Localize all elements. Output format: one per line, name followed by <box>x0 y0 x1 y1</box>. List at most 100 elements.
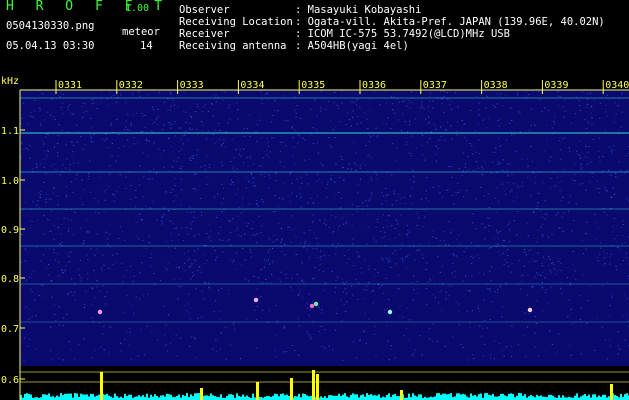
noise-dot <box>207 110 209 112</box>
noise-dot <box>216 140 218 142</box>
noise-dot <box>285 351 287 353</box>
power-spike <box>312 370 315 400</box>
noise-dot <box>105 231 107 233</box>
meteor-echo <box>313 301 319 307</box>
noise-dot <box>209 235 211 237</box>
noise-dot <box>84 144 86 146</box>
noise-dot <box>559 95 561 97</box>
noise-dot <box>250 256 253 258</box>
noise-dot <box>509 191 511 193</box>
noise-dot <box>626 170 628 172</box>
noise-dot <box>591 106 593 108</box>
noise-dot <box>43 143 45 145</box>
noise-dot <box>297 317 299 319</box>
noise-dot <box>337 226 340 228</box>
noise-dot <box>403 196 405 198</box>
noise-dot <box>455 255 457 257</box>
noise-dot <box>339 121 341 123</box>
noise-dot <box>300 117 302 119</box>
noise-dot <box>576 150 578 152</box>
noise-dot <box>468 291 471 293</box>
noise-dot <box>579 183 581 185</box>
noise-dot <box>224 91 226 93</box>
noise-dot <box>441 310 443 311</box>
noise-dot <box>256 204 258 205</box>
noise-dot <box>282 95 284 97</box>
power-bar <box>366 393 368 400</box>
noise-dot <box>486 127 488 129</box>
noise-dot <box>148 242 150 244</box>
noise-dot <box>591 123 593 125</box>
noise-dot <box>72 192 74 194</box>
noise-dot <box>539 99 541 101</box>
noise-dot <box>173 104 175 106</box>
power-bar <box>46 395 48 400</box>
noise-dot <box>214 259 217 261</box>
noise-dot <box>557 91 559 92</box>
power-bar <box>370 394 372 400</box>
noise-dot <box>435 237 438 239</box>
noise-dot <box>58 324 60 326</box>
power-bar <box>508 393 510 400</box>
noise-dot <box>57 155 59 157</box>
noise-dot <box>282 141 284 143</box>
noise-dot <box>478 109 480 110</box>
noise-dot <box>94 349 96 351</box>
noise-dot <box>406 225 408 226</box>
noise-dot <box>377 135 379 137</box>
noise-dot <box>299 289 301 291</box>
noise-dot <box>511 325 513 327</box>
noise-dot <box>361 272 363 274</box>
spectrogram-background <box>20 90 629 400</box>
noise-dot <box>262 309 264 311</box>
noise-dot <box>330 120 332 122</box>
info-label-location: Receiving Location <box>179 16 293 28</box>
noise-dot <box>387 214 390 216</box>
power-bar <box>162 395 164 400</box>
noise-dot <box>328 227 331 229</box>
noise-dot <box>342 359 344 361</box>
power-bar <box>42 394 44 400</box>
power-bar <box>488 394 490 400</box>
noise-dot <box>427 281 429 283</box>
noise-dot <box>452 253 454 255</box>
noise-dot <box>243 135 246 137</box>
noise-dot <box>126 129 128 131</box>
noise-dot <box>320 110 322 112</box>
power-bar <box>294 396 296 400</box>
noise-dot <box>287 226 289 228</box>
noise-dot <box>596 187 598 189</box>
noise-dot <box>83 102 85 104</box>
noise-dot <box>428 327 431 329</box>
noise-dot <box>351 117 354 118</box>
noise-dot <box>144 114 146 116</box>
noise-dot <box>249 114 251 116</box>
noise-dot <box>356 99 358 101</box>
noise-dot <box>398 274 400 276</box>
noise-dot <box>541 235 543 237</box>
noise-dot <box>358 205 360 207</box>
noise-dot <box>315 129 317 131</box>
noise-dot <box>533 261 535 263</box>
noise-dot <box>477 307 479 309</box>
noise-dot <box>80 277 82 279</box>
power-bar <box>204 395 206 400</box>
noise-dot <box>456 239 458 241</box>
noise-dot <box>584 119 586 121</box>
noise-dot <box>173 228 176 230</box>
noise-dot <box>318 269 320 271</box>
noise-dot <box>381 192 383 194</box>
noise-dot <box>549 258 551 260</box>
power-bar <box>436 393 438 400</box>
noise-dot <box>103 349 105 351</box>
noise-dot <box>150 265 152 267</box>
noise-dot <box>170 343 172 344</box>
noise-dot <box>253 178 255 180</box>
noise-dot <box>252 163 255 165</box>
noise-dot <box>250 251 252 253</box>
noise-dot <box>279 197 281 199</box>
noise-dot <box>400 197 402 199</box>
noise-dot <box>108 352 110 354</box>
noise-dot <box>163 305 165 307</box>
noise-dot <box>244 210 246 212</box>
